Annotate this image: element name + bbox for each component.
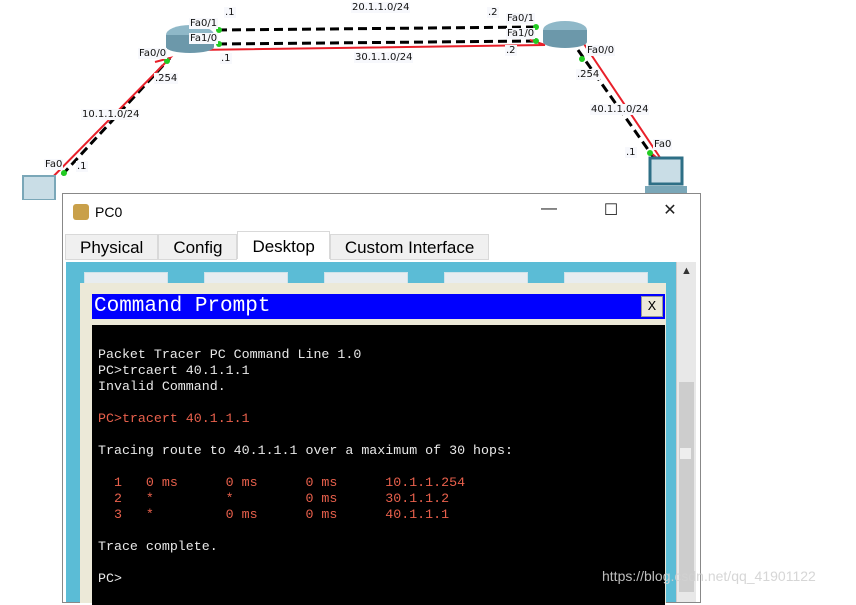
- label-r2-fa10-ip: .2: [505, 45, 517, 56]
- scroll-thumb[interactable]: [680, 448, 691, 459]
- label-net-10: 10.1.1.0/24: [81, 109, 141, 120]
- path-arrow-1: [34, 56, 174, 196]
- window-title: PC0: [95, 204, 123, 220]
- link-20: [217, 25, 537, 32]
- label-r2-fa10: Fa1/0: [506, 28, 536, 39]
- tab-config[interactable]: Config: [158, 234, 238, 260]
- tab-bar: Physical Config Desktop Custom Interface: [65, 231, 490, 260]
- command-prompt-panel: Command Prompt X Packet Tracer PC Comman…: [80, 283, 666, 605]
- pc-icon-pc1: [645, 156, 687, 194]
- tab-desktop[interactable]: Desktop: [237, 231, 330, 259]
- tab-physical[interactable]: Physical: [65, 234, 159, 260]
- label-r2-fa00: Fa0/0: [586, 45, 616, 56]
- tab-custom-interface[interactable]: Custom Interface: [329, 234, 490, 260]
- terminal-line: PC>trcaert 40.1.1.1: [98, 363, 250, 378]
- label-r2-fa00-ip: .254: [576, 69, 601, 80]
- label-pc1-fa0: Fa0: [653, 139, 673, 150]
- pc0-window: PC0 — ☐ ✕ Physical Config Desktop Custom…: [62, 193, 701, 605]
- terminal-line: PC>tracert 40.1.1.1: [98, 411, 250, 426]
- network-topology: [22, 21, 687, 200]
- pc-icon-pc0: [22, 175, 56, 200]
- label-r1-fa01-ip: .1: [224, 7, 236, 18]
- maximize-button[interactable]: ☐: [588, 200, 634, 224]
- pc-app-icon: [73, 204, 89, 220]
- scroll-up-icon[interactable]: ▲: [677, 262, 696, 277]
- label-pc0-fa0: Fa0: [44, 159, 64, 170]
- label-net-20: 20.1.1.0/24: [351, 2, 411, 13]
- vertical-scrollbar[interactable]: ▲: [676, 262, 696, 602]
- terminal-line: Tracing route to 40.1.1.1 over a maximum…: [98, 443, 513, 458]
- label-r1-fa10-ip: .1: [220, 53, 232, 64]
- command-prompt-close-button[interactable]: X: [641, 296, 663, 317]
- terminal-line: 2 * * 0 ms 30.1.1.2: [98, 491, 450, 506]
- label-net-40: 40.1.1.0/24: [590, 104, 650, 115]
- label-r1-fa00-ip: .254: [154, 73, 179, 84]
- label-pc1-ip: .1: [625, 147, 637, 158]
- terminal-line: PC>: [98, 571, 122, 586]
- label-r1-fa10: Fa1/0: [189, 33, 219, 44]
- terminal-line: Invalid Command.: [98, 379, 226, 394]
- command-prompt-title: Command Prompt: [94, 295, 271, 318]
- terminal-line: Trace complete.: [98, 539, 218, 554]
- minimize-button[interactable]: —: [526, 200, 572, 224]
- command-prompt-titlebar: Command Prompt X: [92, 294, 665, 319]
- watermark: https://blog.csdn.net/qq_41901122: [602, 568, 816, 584]
- terminal-line: 1 0 ms 0 ms 0 ms 10.1.1.254: [98, 475, 466, 490]
- link-30: [217, 39, 537, 46]
- close-button[interactable]: ✕: [647, 200, 693, 224]
- label-pc0-ip: .1: [76, 161, 88, 172]
- label-r2-fa01-ip: .2: [487, 7, 499, 18]
- terminal-line: Packet Tracer PC Command Line 1.0: [98, 347, 362, 362]
- label-net-30: 30.1.1.0/24: [354, 52, 414, 63]
- label-r2-fa01: Fa0/1: [506, 13, 536, 24]
- terminal-line: 3 * 0 ms 0 ms 40.1.1.1: [98, 507, 450, 522]
- label-r1-fa00: Fa0/0: [138, 48, 168, 59]
- terminal-output[interactable]: Packet Tracer PC Command Line 1.0 PC>trca…: [92, 325, 665, 605]
- router-icon-r2: [543, 21, 587, 48]
- label-r1-fa01: Fa0/1: [189, 18, 219, 29]
